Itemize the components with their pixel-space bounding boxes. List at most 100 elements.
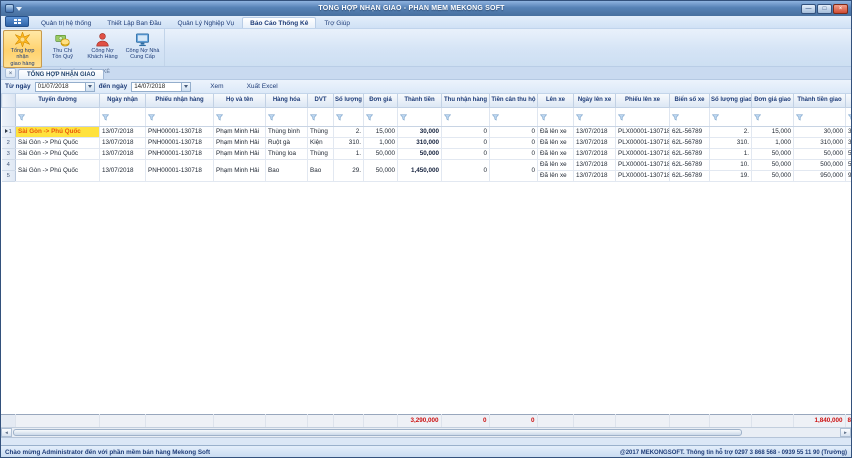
filter-cell[interactable] — [364, 107, 398, 126]
ribbon-button-cash-fund[interactable]: Thu Chi Tồn Quỹ — [43, 30, 82, 68]
grid-cell[interactable]: Đã lên xe — [538, 137, 574, 148]
grid-cell[interactable]: 62L-56789 — [670, 159, 710, 170]
grid-cell[interactable]: Sài Gòn -> Phú Quốc — [16, 126, 100, 137]
ribbon-button-customer-debt[interactable]: Công Nợ Khách Hàng — [83, 30, 122, 68]
grid-row[interactable]: 2Sài Gòn -> Phú Quốc13/07/2018PNH00001-1… — [2, 137, 852, 148]
filter-cell[interactable] — [214, 107, 266, 126]
view-button[interactable]: Xem — [195, 81, 227, 92]
grid-cell[interactable]: 310. — [710, 137, 752, 148]
grid-cell[interactable]: 50,000 — [846, 148, 852, 159]
grid-column-header[interactable]: Tuyến đường — [16, 94, 100, 107]
grid-column-header[interactable]: Phiếu lên xe — [616, 94, 670, 107]
grid-cell[interactable]: 30,000 — [398, 126, 442, 137]
grid-cell[interactable]: 950,000 — [794, 170, 846, 181]
to-date-input[interactable] — [132, 83, 181, 91]
grid-cell[interactable]: 15,000 — [364, 126, 398, 137]
grid-column-header[interactable]: Thành tiền giao — [794, 94, 846, 107]
maximize-button[interactable]: □ — [817, 4, 832, 14]
filter-cell[interactable] — [490, 107, 538, 126]
document-close-button[interactable]: × — [5, 68, 16, 78]
grid-cell[interactable]: 29. — [334, 159, 364, 181]
grid-cell[interactable]: Bao — [266, 159, 308, 181]
grid-cell[interactable]: 50,000 — [752, 148, 794, 159]
grid-cell[interactable]: 0 — [442, 137, 490, 148]
grid-cell[interactable]: Phạm Minh Hải — [214, 137, 266, 148]
filter-cell[interactable] — [846, 107, 852, 126]
filter-cell[interactable] — [710, 107, 752, 126]
filter-cell[interactable] — [670, 107, 710, 126]
grid-cell[interactable]: Thùng — [308, 148, 334, 159]
grid-cell[interactable]: 15,000 — [752, 126, 794, 137]
grid-cell[interactable]: 13/07/2018 — [574, 126, 616, 137]
ribbon-tab-4[interactable]: Báo Cáo Thống Kê — [242, 17, 316, 28]
filter-cell[interactable] — [752, 107, 794, 126]
grid-cell[interactable]: Bao — [308, 159, 334, 181]
grid-cell[interactable]: 13/07/2018 — [574, 148, 616, 159]
grid-column-header[interactable]: Biển số xe — [670, 94, 710, 107]
export-excel-button[interactable]: Xuất Excel — [232, 81, 282, 92]
filter-cell[interactable] — [334, 107, 364, 126]
grid-filter-row[interactable] — [2, 107, 852, 126]
grid-cell[interactable]: 1. — [710, 148, 752, 159]
grid-cell[interactable]: PLX00001-130718 — [616, 170, 670, 181]
grid-cell[interactable]: 310,000 — [398, 137, 442, 148]
from-date-input[interactable] — [36, 83, 85, 91]
grid-cell[interactable]: PLX00001-130718 — [616, 148, 670, 159]
grid-cell[interactable]: Thùng loa — [266, 148, 308, 159]
grid-cell[interactable]: 50,000 — [364, 159, 398, 181]
app-icon[interactable] — [5, 4, 14, 13]
scroll-left-button[interactable]: ◄ — [1, 428, 12, 437]
grid-column-header[interactable]: Đơn giá giao — [752, 94, 794, 107]
grid-cell[interactable]: Đã lên xe — [538, 126, 574, 137]
grid-cell[interactable]: PLX00001-130718 — [616, 126, 670, 137]
filter-cell[interactable] — [100, 107, 146, 126]
grid-column-header[interactable]: Thành tiền — [398, 94, 442, 107]
grid-row[interactable]: 4Sài Gòn -> Phú Quốc13/07/2018PNH00001-1… — [2, 159, 852, 170]
filter-cell[interactable] — [442, 107, 490, 126]
grid-cell[interactable]: Thùng bình — [266, 126, 308, 137]
grid-cell[interactable]: 310,000 — [846, 137, 852, 148]
grid-cell[interactable]: 0 — [442, 126, 490, 137]
filter-cell[interactable] — [308, 107, 334, 126]
grid-cell[interactable]: 50,000 — [752, 159, 794, 170]
grid-cell[interactable]: 500,000 — [846, 159, 852, 170]
grid-cell[interactable]: 1,000 — [364, 137, 398, 148]
grid-cell[interactable]: 62L-56789 — [670, 126, 710, 137]
grid-cell[interactable]: 50,000 — [364, 148, 398, 159]
grid-cell[interactable]: 10. — [710, 159, 752, 170]
grid-column-header[interactable]: DVT — [308, 94, 334, 107]
grid-cell[interactable]: 0 — [442, 159, 490, 181]
grid-cell[interactable]: 0 — [490, 148, 538, 159]
grid-cell[interactable]: 13/07/2018 — [100, 126, 146, 137]
grid-column-header[interactable]: Đơn giá — [364, 94, 398, 107]
grid-cell[interactable]: 1. — [334, 148, 364, 159]
grid-cell[interactable]: 30,000 — [846, 126, 852, 137]
ribbon-tab-5[interactable]: Trợ Giúp — [316, 17, 358, 28]
grid-cell[interactable]: 13/07/2018 — [574, 159, 616, 170]
grid-column-header[interactable]: Số lượng — [334, 94, 364, 107]
scrollbar-thumb[interactable] — [13, 429, 742, 436]
filter-cell[interactable] — [538, 107, 574, 126]
grid-cell[interactable]: 62L-56789 — [670, 137, 710, 148]
ribbon-button-supplier-debt[interactable]: Công Nợ Nhà Cung Cấp — [123, 30, 162, 68]
filter-cell[interactable] — [574, 107, 616, 126]
filter-row-indicator[interactable] — [2, 107, 16, 126]
grid-column-header[interactable]: Ngày lên xe — [574, 94, 616, 107]
grid-cell[interactable]: Thùng — [308, 126, 334, 137]
grid-cell[interactable]: 13/07/2018 — [100, 148, 146, 159]
grid-cell[interactable]: Phạm Minh Hải — [214, 148, 266, 159]
grid-cell[interactable]: 62L-56789 — [670, 148, 710, 159]
grid-cell[interactable]: 500,000 — [794, 159, 846, 170]
grid-cell[interactable]: 0 — [490, 137, 538, 148]
grid-cell[interactable]: 1,000 — [752, 137, 794, 148]
grid-cell[interactable]: 0 — [442, 148, 490, 159]
ribbon-tab-2[interactable]: Thiết Lập Ban Đầu — [99, 17, 169, 28]
grid-cell[interactable]: Đã lên xe — [538, 148, 574, 159]
grid-column-header[interactable]: Phiếu nhận hàng — [146, 94, 214, 107]
grid-column-header[interactable]: Thu nhận hàng — [442, 94, 490, 107]
grid-column-header[interactable]: Ngày nhận — [100, 94, 146, 107]
grid-cell[interactable]: Kiện — [308, 137, 334, 148]
grid-cell[interactable]: 2. — [710, 126, 752, 137]
horizontal-scrollbar[interactable]: ◄ ► — [1, 427, 851, 437]
from-date-picker[interactable] — [35, 82, 95, 92]
